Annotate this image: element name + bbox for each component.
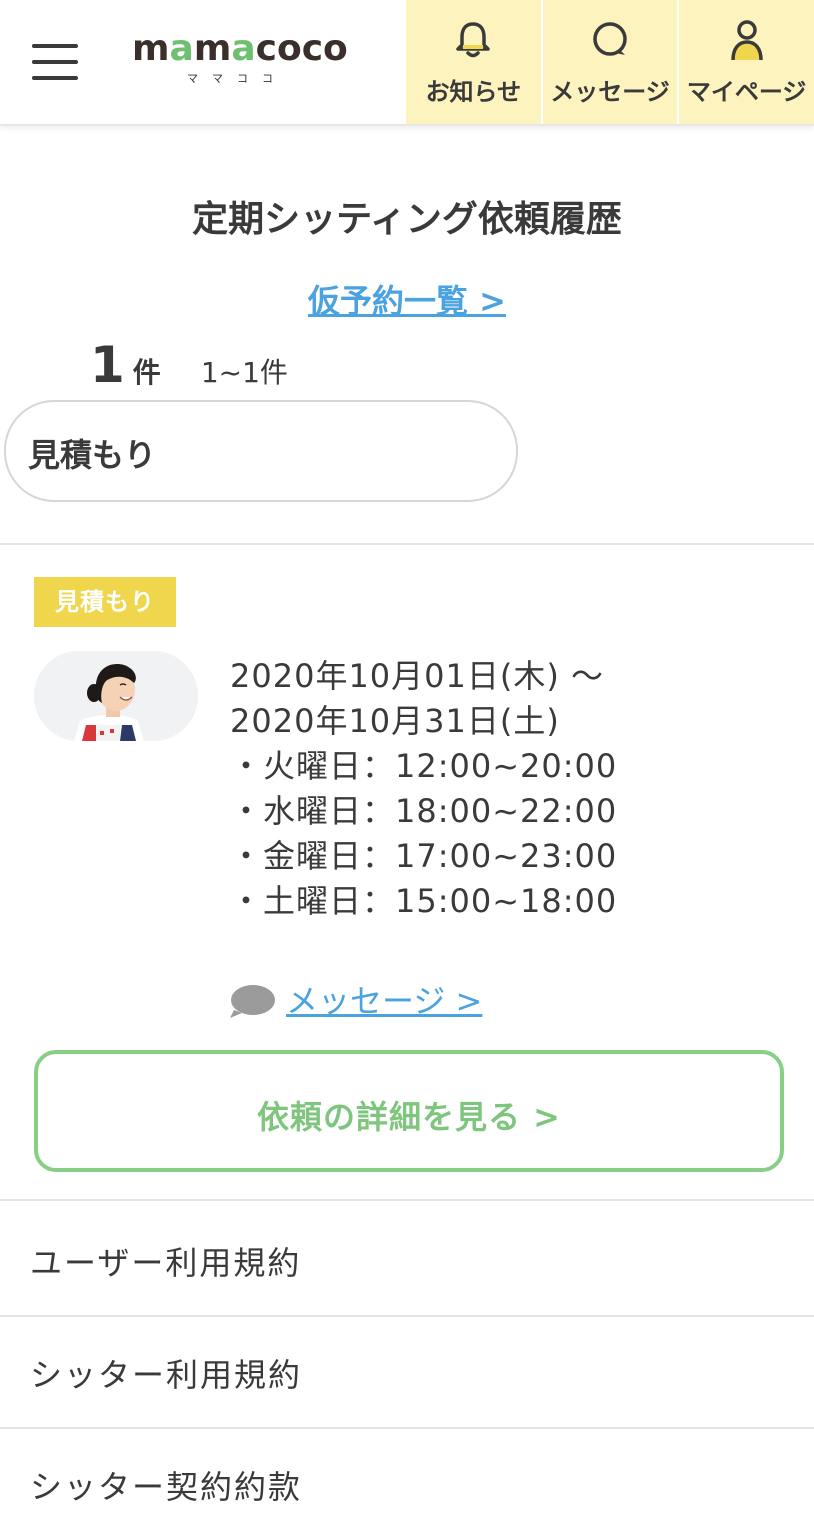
status-filter-select[interactable]: 見積もり bbox=[4, 400, 518, 502]
footer-link-user-terms[interactable]: ユーザー利用規約 bbox=[0, 1204, 814, 1314]
person-icon bbox=[730, 20, 763, 61]
view-details-label: 依頼の詳細を見る > bbox=[257, 1098, 561, 1136]
result-count: 1 件 1~1件 bbox=[90, 336, 288, 394]
status-filter-value: 見積もり bbox=[28, 436, 157, 474]
divider bbox=[0, 543, 814, 545]
schedule-item: ・水曜日：18:00~22:00 bbox=[230, 792, 618, 830]
date-end: 2020年10月31日(土) bbox=[230, 702, 560, 740]
logo-text: mamacoco bbox=[132, 28, 348, 69]
count-number: 1 bbox=[90, 336, 125, 394]
header-nav: お知らせ メッセージ マイページ bbox=[406, 0, 814, 124]
footer-link-label: シッター契約約款 bbox=[30, 1468, 303, 1506]
footer-link-label: ユーザー利用規約 bbox=[30, 1244, 302, 1282]
date-start: 2020年10月01日(木) 〜 bbox=[230, 657, 605, 695]
provisional-reservations-link[interactable]: 仮予約一覧 > bbox=[0, 276, 814, 322]
nav-item-mypage[interactable]: マイページ bbox=[677, 0, 814, 124]
message-link-label: メッセージ > bbox=[286, 982, 483, 1020]
nav-label-notifications: お知らせ bbox=[425, 78, 522, 106]
logo[interactable]: mamacoco ママココ bbox=[132, 28, 348, 92]
nav-label-mypage: マイページ bbox=[686, 78, 807, 106]
footer-link-sitter-terms[interactable]: シッター利用規約 bbox=[0, 1316, 814, 1426]
hamburger-menu-icon[interactable] bbox=[32, 44, 78, 80]
footer-link-label: シッター利用規約 bbox=[30, 1356, 303, 1394]
schedule-item: ・火曜日：12:00~20:00 bbox=[230, 747, 618, 785]
nav-item-messages[interactable]: メッセージ bbox=[540, 0, 678, 124]
schedule-item: ・金曜日：17:00~23:00 bbox=[230, 837, 618, 875]
speech-bubble-icon bbox=[230, 985, 275, 1018]
page-title: 定期シッティング依頼履歴 bbox=[192, 199, 622, 240]
footer-link-sitter-contract[interactable]: シッター契約約款 bbox=[0, 1428, 814, 1538]
logo-subtitle: ママココ bbox=[187, 72, 287, 85]
schedule-item: ・土曜日：15:00~18:00 bbox=[230, 882, 618, 920]
count-range: 1~1件 bbox=[200, 356, 288, 389]
view-details-button[interactable]: 依頼の詳細を見る > bbox=[34, 1050, 784, 1172]
bell-icon bbox=[456, 22, 491, 58]
chat-icon bbox=[593, 22, 627, 56]
status-badge: 見積もり bbox=[34, 577, 176, 627]
app-header: mamacoco ママココ お知らせ メッセージ マイページ bbox=[0, 0, 814, 126]
nav-item-notifications[interactable]: お知らせ bbox=[406, 0, 541, 124]
nav-label-messages: メッセージ bbox=[550, 78, 670, 106]
request-dates: 2020年10月01日(木) 〜 2020年10月31日(土) ・火曜日：12:… bbox=[230, 654, 617, 924]
sitter-avatar bbox=[34, 651, 198, 741]
count-unit: 件 bbox=[132, 356, 161, 389]
divider bbox=[0, 1199, 814, 1201]
